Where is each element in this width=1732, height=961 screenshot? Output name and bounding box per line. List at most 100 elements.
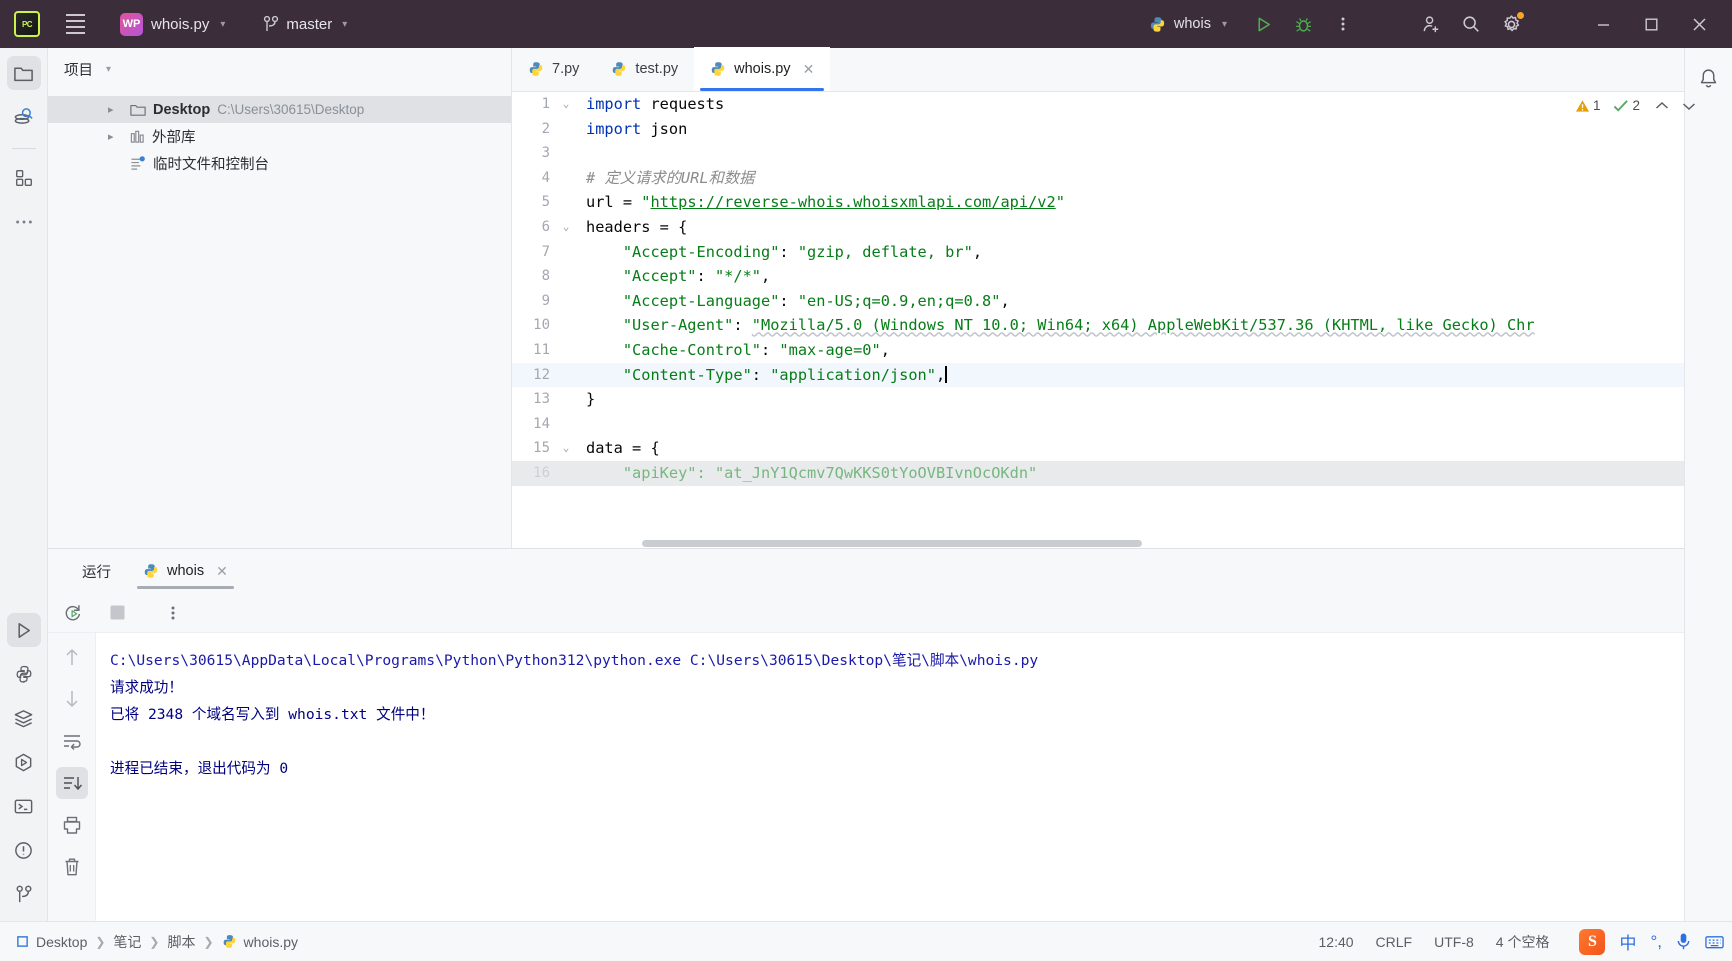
minimize-button[interactable] [1580,1,1626,47]
chevron-down-icon[interactable]: ▾ [106,64,111,75]
code-line[interactable]: 5 url = "https://reverse-whois.whoisxmlap… [512,190,1732,215]
code-line[interactable]: 1 ⌄ import requests [512,92,1732,117]
scroll-down-button[interactable] [56,683,88,715]
sidebar-item-project[interactable] [6,56,41,90]
chevron-right-icon[interactable]: ▸ [108,123,114,150]
sidebar-item-python-console[interactable] [7,745,41,779]
fold-chevron-down-icon[interactable]: ⌄ [554,215,578,240]
notifications-button[interactable] [1692,62,1726,96]
scroll-to-end-button[interactable] [55,767,88,799]
search-everywhere-button[interactable] [1452,7,1490,41]
status-indent[interactable]: 4 个空格 [1496,932,1550,952]
print-button[interactable] [56,809,88,841]
code-line[interactable]: 14 [512,412,1732,437]
fold-chevron-down-icon[interactable]: ⌄ [554,92,578,117]
sidebar-item-structure[interactable] [7,701,41,735]
sidebar-item-python-packages[interactable] [7,657,41,691]
code-line[interactable]: 4 # 定义请求的URL和数据 [512,166,1732,191]
chevron-right-icon[interactable]: ▸ [108,96,114,123]
sogou-ime-icon[interactable]: S [1579,928,1606,955]
clear-all-button[interactable] [56,851,88,883]
sidebar-item-more-tools[interactable] [7,205,41,239]
git-branch-selector[interactable]: master ▾ [255,11,355,37]
fold-chevron-down-icon[interactable]: ⌄ [554,436,578,461]
editor-tab-whoispy[interactable]: whois.py ✕ [694,47,831,91]
breadcrumb-item-desktop[interactable]: Desktop [16,934,87,950]
code-line[interactable]: 6 ⌄ headers = { [512,215,1732,240]
ime-language-toggle[interactable]: 中 [1619,929,1636,954]
inspection-prev-button[interactable] [1655,101,1669,111]
breadcrumb-item-scripts[interactable]: 脚本 [167,932,195,952]
rerun-button[interactable] [56,598,90,628]
breadcrumb-item-whoispy[interactable]: whois.py [222,934,298,950]
line-number: 11 [533,341,550,358]
editor-tab-7py[interactable]: 7.py [512,47,595,91]
keyboard-icon[interactable] [1705,934,1724,950]
project-panel-header[interactable]: 项目 ▾ [48,48,511,90]
inspection-next-button[interactable] [1682,101,1696,111]
stop-button[interactable] [100,598,134,628]
code-line[interactable]: 3 [512,141,1732,166]
code-token: : [733,316,752,335]
close-icon[interactable]: ✕ [216,563,228,580]
code-line[interactable]: 12 "Content-Type": "application/json", [512,362,1732,388]
tree-item-scratches[interactable]: 临时文件和控制台 [48,150,511,177]
close-button[interactable] [1676,1,1722,47]
maximize-button[interactable] [1628,1,1674,47]
settings-button[interactable] [1492,7,1530,41]
code-line[interactable]: 10 "User-Agent": "Mozilla/5.0 (Windows N… [512,313,1732,338]
code-lines[interactable]: 1 ⌄ import requests 2 import json 3 4 # 定义请求的UR… [512,92,1732,486]
sidebar-item-plugins[interactable] [7,161,41,195]
console-output[interactable]: C:\Users\30615\AppData\Local\Programs\Py… [96,633,1732,921]
code-token: : [761,340,780,359]
status-line-separator[interactable]: CRLF [1376,934,1413,950]
status-encoding[interactable]: UTF-8 [1434,934,1474,950]
code-line[interactable]: 11 "Cache-Control": "max-age=0", [512,338,1732,363]
sidebar-item-run[interactable] [6,613,41,647]
inspection-warnings[interactable]: 1 [1575,98,1600,113]
center-columns: 项目 ▾ ▸ Desktop C:\Users\30615\Desktop ▸ … [48,47,1732,921]
editor-tab-testpy[interactable]: test.py [595,47,694,91]
close-icon[interactable]: ✕ [803,61,815,78]
upper-region: 项目 ▾ ▸ Desktop C:\Users\30615\Desktop ▸ … [48,47,1732,548]
code-scroll-container[interactable]: 1 ⌄ import requests 2 import json 3 4 # 定义请求的UR… [512,92,1732,548]
code-line[interactable]: 15 ⌄ data = { [512,436,1732,461]
run-configuration-selector[interactable]: whois ▾ [1140,11,1236,38]
code-line[interactable]: 16 "apiKey": "at_JnY1Qcmv7QwKKS0tYoOVBIv… [512,460,1732,486]
run-tabs-bar: 运行 whois ✕ [48,549,1732,593]
editor-horizontal-scrollbar[interactable] [642,540,1142,547]
structure-icon [14,709,33,727]
debug-button[interactable] [1284,7,1322,41]
code-line[interactable]: 8 "Accept": "*/*", [512,264,1732,289]
sidebar-item-problems[interactable] [7,833,41,867]
run-tab-whois[interactable]: whois ✕ [129,549,242,593]
code-line[interactable]: 7 "Accept-Encoding": "gzip, deflate, br"… [512,240,1732,265]
code-token[interactable]: https://reverse-whois.whoisxmlapi.com/ap… [650,193,1055,211]
more-actions-button[interactable] [1324,7,1362,41]
code-line[interactable]: 13} [512,387,1732,412]
code-line[interactable]: 2 import json [512,117,1732,142]
tree-item-external-libraries[interactable]: ▸ 外部库 [48,123,511,150]
ime-punctuation-toggle[interactable]: °, [1650,932,1662,952]
inspection-ok[interactable]: 2 [1613,98,1640,113]
status-time[interactable]: 12:40 [1319,934,1354,950]
share-project-button[interactable] [1412,7,1450,41]
sidebar-item-terminal[interactable] [7,789,41,823]
soft-wrap-button[interactable] [56,725,88,757]
inspection-widget[interactable]: 1 2 [1575,98,1696,113]
run-more-button[interactable] [156,598,190,628]
sidebar-item-database-search[interactable] [7,100,41,134]
project-selector[interactable]: WP whois.py ▾ [112,9,233,40]
run-button[interactable] [1244,7,1282,41]
code-line[interactable]: 9 "Accept-Language": "en-US;q=0.9,en;q=0… [512,289,1732,314]
scroll-up-button[interactable] [56,641,88,673]
microphone-icon[interactable] [1676,932,1691,951]
tree-item-desktop[interactable]: ▸ Desktop C:\Users\30615\Desktop [48,96,511,123]
breadcrumb-item-notes[interactable]: 笔记 [113,932,141,952]
code-editor[interactable]: 1 2 1 ⌄ import requests 2 import json 3 … [512,92,1732,548]
more-vertical-icon [1341,17,1345,31]
tree-item-label: 临时文件和控制台 [153,157,269,173]
sidebar-item-version-control[interactable] [7,877,41,911]
hamburger-menu-icon[interactable] [58,7,92,41]
